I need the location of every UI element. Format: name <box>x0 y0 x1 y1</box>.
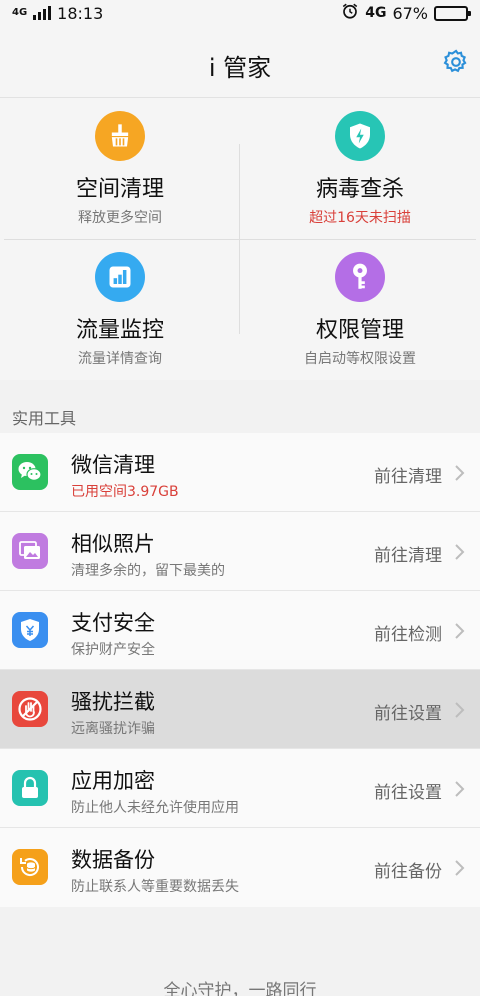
wechat-icon <box>12 454 48 490</box>
feature-name: 空间清理 <box>75 177 164 202</box>
broom-icon <box>95 111 145 161</box>
list-item-action: 前往设置 <box>374 704 442 724</box>
list-item-action: 前往检测 <box>374 625 442 645</box>
list-item-action: 前往清理 <box>374 546 442 566</box>
list-item-payment-security[interactable]: 支付安全 保护财产安全 前往检测 <box>0 591 480 670</box>
list-item-title: 微信清理 <box>71 453 155 477</box>
status-left: 4G 18:13 <box>12 4 103 23</box>
list-item-app-lock[interactable]: 应用加密 防止他人未经允许使用应用 前往设置 <box>0 749 480 828</box>
alarm-icon <box>341 2 359 24</box>
clock: 18:13 <box>57 3 104 23</box>
list-item-action: 前往备份 <box>374 862 442 882</box>
list-item-subtitle: 保护财产安全 <box>71 642 155 658</box>
feature-permissions[interactable]: 权限管理 自启动等权限设置 <box>240 239 480 380</box>
feature-subtitle: 流量详情查询 <box>78 351 162 367</box>
list-item-subtitle: 防止联系人等重要数据丢失 <box>71 879 239 895</box>
feature-virus-scan[interactable]: 病毒查杀 超过16天未扫描 <box>240 98 480 239</box>
feature-name: 病毒查杀 <box>315 177 404 202</box>
list-item-title: 应用加密 <box>71 769 155 793</box>
mobile-data-label: 4G <box>365 5 387 21</box>
page-title: i 管家 <box>208 54 272 82</box>
feature-subtitle: 自启动等权限设置 <box>304 351 416 367</box>
backup-icon <box>12 849 48 885</box>
chevron-right-icon <box>455 465 465 481</box>
list-item-action: 前往清理 <box>374 467 442 487</box>
key-icon <box>335 252 385 302</box>
chevron-right-icon <box>455 860 465 876</box>
list-item-subtitle: 已用空间3.97GB <box>71 484 179 500</box>
lock-icon <box>12 770 48 806</box>
shield-lightning-icon <box>335 111 385 161</box>
network-type-label: 4G <box>12 7 28 18</box>
list-item-data-backup[interactable]: 数据备份 防止联系人等重要数据丢失 前往备份 <box>0 828 480 907</box>
list-item-title: 相似照片 <box>71 532 155 556</box>
app-header: i 管家 <box>0 26 480 98</box>
chevron-right-icon <box>455 544 465 560</box>
gear-icon[interactable] <box>442 48 470 76</box>
photos-icon <box>12 533 48 569</box>
block-hand-icon <box>12 691 48 727</box>
list-item-wechat-cleanup[interactable]: 微信清理 已用空间3.97GB 前往清理 <box>0 433 480 512</box>
list-item-title: 数据备份 <box>71 848 155 872</box>
list-item-subtitle: 清理多余的，留下最美的 <box>71 563 225 579</box>
feature-name: 权限管理 <box>315 318 404 343</box>
battery-percent: 67% <box>392 3 428 23</box>
feature-data-monitor[interactable]: 流量监控 流量详情查询 <box>0 239 240 380</box>
bar-chart-icon <box>95 252 145 302</box>
list-item-subtitle: 防止他人未经允许使用应用 <box>71 800 239 816</box>
feature-grid: 空间清理 释放更多空间 病毒查杀 超过16天未扫描 流量监控 流量详情查询 权限… <box>0 98 480 380</box>
section-label: 实用工具 <box>12 409 77 428</box>
feature-subtitle: 释放更多空间 <box>78 210 162 226</box>
chevron-right-icon <box>455 781 465 797</box>
list-item-title: 支付安全 <box>71 611 155 635</box>
list-item-action: 前往设置 <box>374 783 442 803</box>
list-item-similar-photos[interactable]: 相似照片 清理多余的，留下最美的 前往清理 <box>0 512 480 591</box>
signal-icon <box>33 6 52 20</box>
payment-shield-icon <box>12 612 48 648</box>
feature-space-cleanup[interactable]: 空间清理 释放更多空间 <box>0 98 240 239</box>
status-bar: 4G 18:13 4G 67% <box>0 0 480 26</box>
status-right: 4G 67% <box>341 2 471 24</box>
list-item-subtitle: 远离骚扰诈骗 <box>71 721 155 737</box>
list-item-title: 骚扰拦截 <box>71 690 155 714</box>
tools-list: 微信清理 已用空间3.97GB 前往清理 相似照片 清理多余的，留下最美的 前往… <box>0 433 480 907</box>
list-item-harassment-block[interactable]: 骚扰拦截 远离骚扰诈骗 前往设置 <box>0 670 480 749</box>
grid-divider-horizontal <box>4 239 476 240</box>
chevron-right-icon <box>455 623 465 639</box>
feature-subtitle-warning: 超过16天未扫描 <box>309 210 411 226</box>
chevron-right-icon <box>455 702 465 718</box>
footer-slogan: 全心守护，一路同行 <box>163 981 317 996</box>
feature-name: 流量监控 <box>75 318 164 343</box>
battery-icon <box>434 5 471 21</box>
